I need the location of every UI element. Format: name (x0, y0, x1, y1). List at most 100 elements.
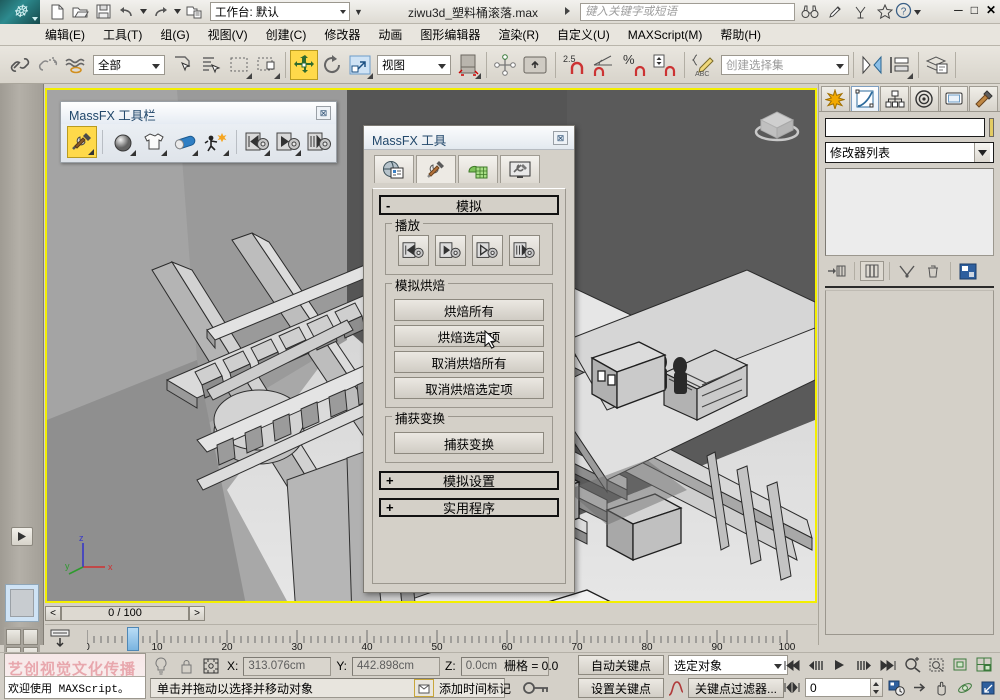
start-sim-button[interactable] (435, 235, 466, 266)
angle-snap-toggle-button[interactable] (590, 50, 620, 80)
y-coord-field[interactable]: 442.898cm (352, 656, 441, 676)
compass-button[interactable] (850, 2, 870, 22)
favorites-button[interactable] (875, 2, 895, 22)
display-tab[interactable] (939, 86, 969, 111)
goto-end-button[interactable] (878, 656, 898, 674)
x-coord-field[interactable]: 313.076cm (243, 656, 332, 676)
massfx-toolbar-close-button[interactable]: ⊠ (316, 106, 331, 120)
track-bar[interactable]: 0 10 20 30 40 50 60 70 80 90 100 (45, 624, 817, 653)
previous-frame-button[interactable]: < (45, 605, 61, 621)
percent-snap-toggle-button[interactable]: % (620, 50, 650, 80)
massfx-dialog-close-button[interactable]: ⊠ (553, 131, 568, 145)
current-frame-display[interactable]: 0 / 100 (61, 605, 189, 621)
menu-item-modifiers[interactable]: 修改器 (315, 24, 369, 45)
mirror-button[interactable] (858, 50, 886, 80)
world-tab[interactable] (374, 155, 414, 183)
redo-button[interactable] (149, 1, 171, 22)
unlink-selection-button[interactable] (34, 50, 62, 80)
undo-button[interactable] (115, 1, 137, 22)
step-simulation-button[interactable] (304, 126, 334, 158)
add-time-tag-label[interactable]: 添加时间标记 (439, 680, 511, 697)
select-object-button[interactable] (169, 50, 197, 80)
spinner-arrows-icon[interactable] (870, 679, 882, 696)
utilities-tab[interactable] (969, 86, 999, 111)
snaps-toggle-button[interactable]: 2.5 (560, 50, 590, 80)
expand-rail-button[interactable] (11, 527, 33, 546)
tools-tab[interactable] (416, 155, 456, 183)
use-center-flyout-button[interactable] (454, 50, 482, 80)
menu-item-create[interactable]: 创建(C) (257, 24, 316, 45)
select-and-move-button[interactable] (290, 49, 318, 80)
set-key-button[interactable]: 设置关键点 (578, 678, 664, 698)
key-mode-toggle-button[interactable] (508, 677, 564, 699)
minimize-button[interactable]: ─ (954, 3, 963, 17)
search-input[interactable]: 键入关键字或短语 (580, 3, 795, 21)
remove-modifier-button[interactable] (921, 261, 945, 281)
redo-dropdown[interactable] (172, 1, 182, 22)
time-configuration-button[interactable] (886, 679, 906, 697)
save-file-button[interactable] (92, 1, 114, 22)
menu-item-group[interactable]: 组(G) (151, 24, 198, 45)
application-menu-button[interactable]: ☸ (0, 0, 40, 24)
modify-tab[interactable] (850, 86, 880, 111)
help-button[interactable]: ? (895, 2, 912, 22)
select-and-rotate-button[interactable] (318, 50, 346, 80)
search-binoculars-button[interactable] (800, 2, 820, 22)
named-selection-set-combo[interactable]: 创建选择集 (721, 54, 849, 75)
pan-view-button[interactable] (909, 679, 929, 697)
hand-pan-button[interactable] (932, 679, 952, 697)
menu-item-tools[interactable]: 工具(T) (94, 24, 151, 45)
selection-filter-combo[interactable]: 全部 (93, 54, 165, 75)
maximize-viewport-button[interactable] (974, 656, 994, 674)
zoom-extents-button[interactable] (926, 656, 946, 674)
zoom-region-button[interactable] (902, 656, 922, 674)
bake-selected-button[interactable]: 烘焙选定项 (394, 325, 544, 347)
rectangular-select-region-button[interactable] (225, 50, 253, 80)
massfx-tools-button[interactable] (67, 126, 97, 158)
previous-frame-button[interactable] (806, 656, 826, 674)
key-mode-button[interactable] (782, 679, 802, 697)
open-file-button[interactable] (69, 1, 91, 22)
multi-object-tab[interactable] (458, 155, 498, 183)
start-sim-no-anim-button[interactable] (472, 235, 503, 266)
ragdoll-button[interactable] (201, 126, 231, 158)
reference-coordinate-combo[interactable]: 视图 (377, 54, 451, 75)
maxscript-mini-listener[interactable]: 艺创视觉文化传播 欢迎使用 MAXScript。 (4, 653, 146, 699)
align-button[interactable] (886, 50, 914, 80)
menu-item-animation[interactable]: 动画 (369, 24, 411, 45)
view-cube[interactable] (751, 98, 803, 146)
select-and-scale-button[interactable] (346, 50, 374, 80)
menu-item-help[interactable]: 帮助(H) (711, 24, 770, 45)
unbake-all-button[interactable]: 取消烘焙所有 (394, 351, 544, 373)
annotate-button[interactable] (825, 2, 845, 22)
massfx-toolbar[interactable]: MassFX 工具栏 ⊠ (60, 101, 337, 163)
select-by-name-button[interactable] (197, 50, 225, 80)
menu-item-maxscript[interactable]: MAXScript(M) (619, 26, 712, 44)
reset-simulation-button[interactable] (242, 126, 272, 158)
time-tag-icon-button[interactable] (414, 679, 434, 697)
field-of-view-button[interactable] (978, 679, 998, 697)
start-simulation-button[interactable] (273, 126, 303, 158)
display-options-tab[interactable] (500, 155, 540, 183)
orbit-button[interactable] (955, 679, 975, 697)
maximize-button[interactable]: □ (971, 3, 978, 17)
show-end-result-button[interactable] (860, 261, 884, 281)
constraint-button[interactable] (170, 126, 200, 158)
rigid-body-button[interactable] (108, 126, 138, 158)
step-sim-button[interactable] (509, 235, 540, 266)
object-name-field[interactable] (825, 118, 985, 137)
window-crossing-button[interactable] (253, 50, 281, 80)
next-frame-button[interactable] (854, 656, 874, 674)
make-unique-button[interactable] (895, 261, 919, 281)
menu-item-rendering[interactable]: 渲染(R) (489, 24, 548, 45)
absolute-relative-toggle-button[interactable] (200, 656, 222, 676)
menu-item-edit[interactable]: 编辑(E) (36, 24, 94, 45)
select-and-manipulate-button[interactable] (491, 50, 519, 80)
layer-explorer-button[interactable] (923, 50, 951, 80)
close-button[interactable]: ✕ (986, 3, 996, 17)
menu-item-customize[interactable]: 自定义(U) (548, 24, 619, 45)
current-frame-spinner[interactable]: 0 (805, 678, 883, 697)
timeline-ruler[interactable]: 0 10 20 30 40 50 60 70 80 90 100 (84, 625, 817, 653)
massfx-tool-dialog[interactable]: MassFX 工具 ⊠ - 模拟 播放 模拟烘焙 烘焙所有 烘焙选定项 取消烘焙… (363, 125, 575, 593)
bind-to-space-warp-button[interactable] (62, 50, 90, 80)
